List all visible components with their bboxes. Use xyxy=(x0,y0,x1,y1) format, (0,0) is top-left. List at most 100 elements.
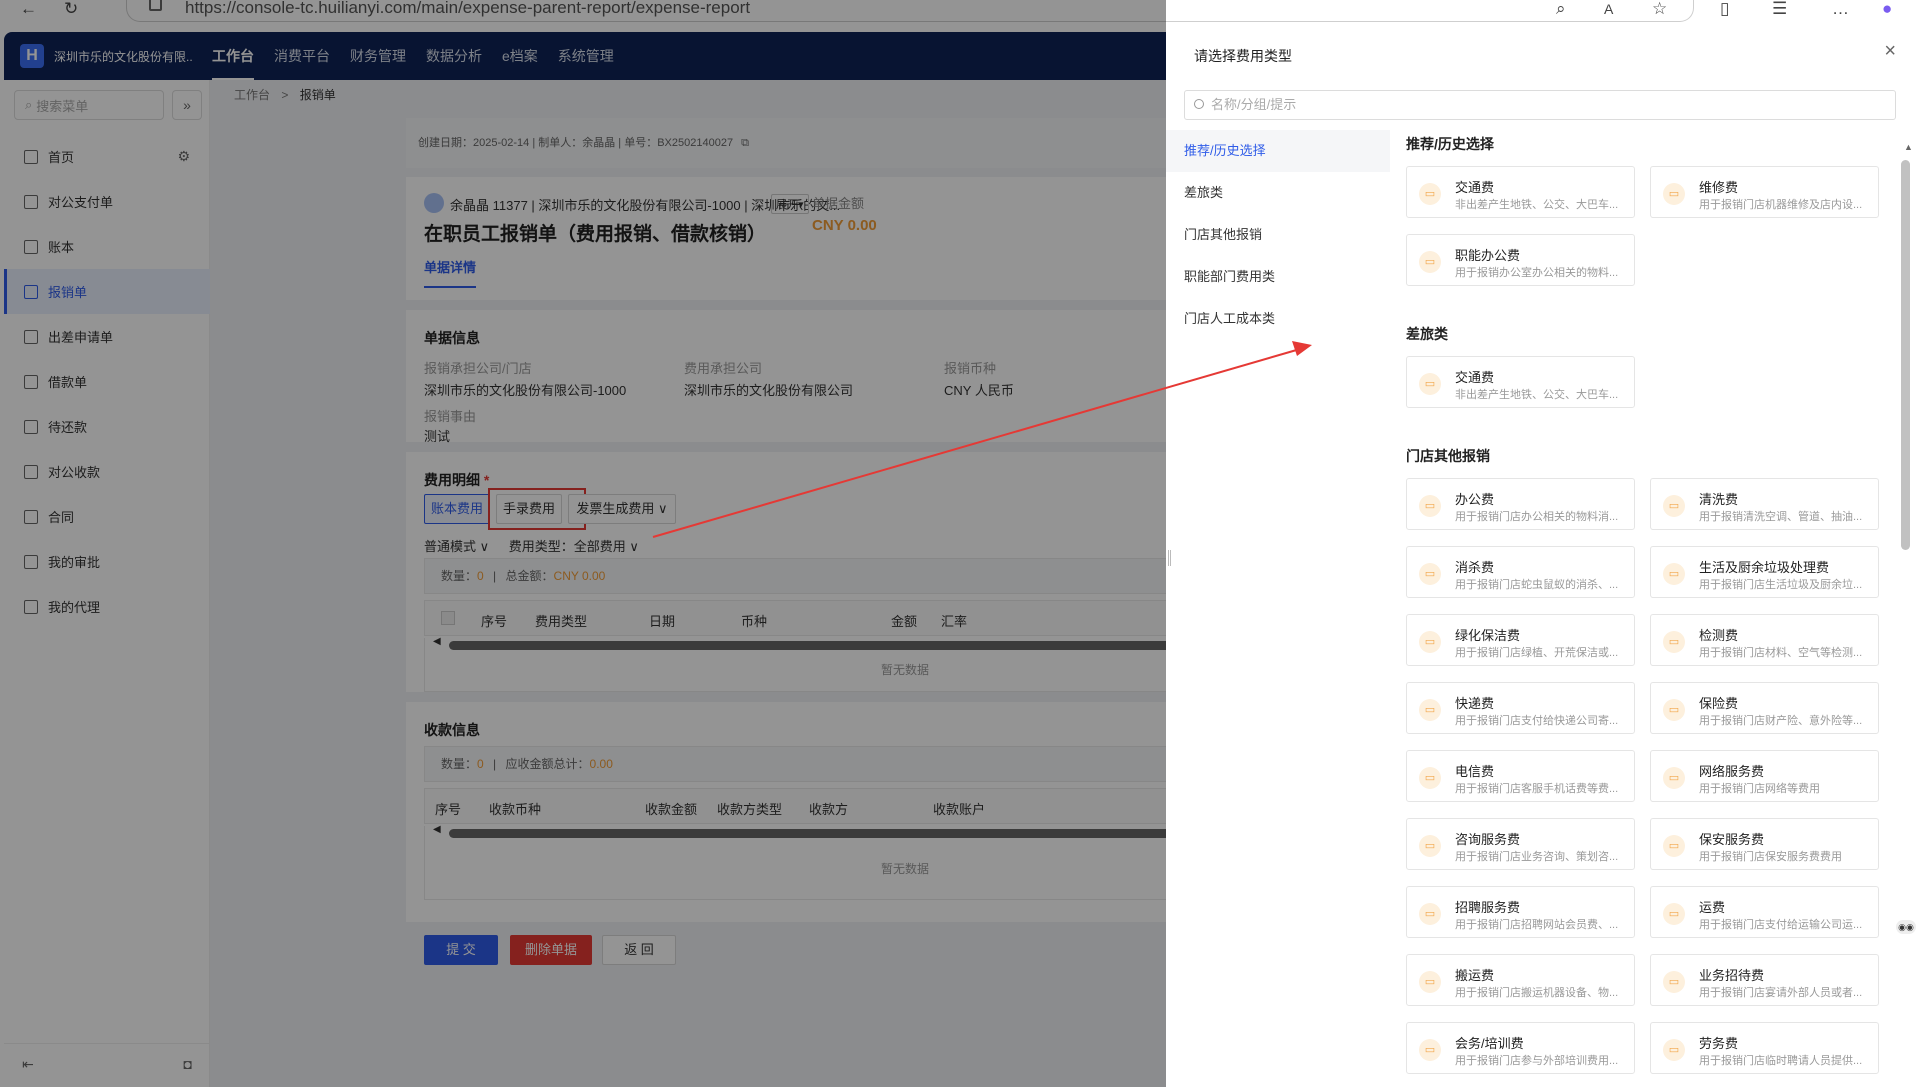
expense-type-desc: 用于报销清洗空调、管道、抽油... xyxy=(1699,511,1863,523)
expense-type-desc: 用于报销办公室办公相关的物料... xyxy=(1455,267,1619,279)
expense-type-desc: 用于报销门店搬运机器设备、物... xyxy=(1455,987,1619,999)
expense-type-tile[interactable]: ▭ 保安服务费 用于报销门店保安服务费费用 xyxy=(1650,818,1879,870)
expense-type-name: 清洗费 xyxy=(1699,492,1739,507)
expense-type-desc: 用于报销门店支付给快递公司寄... xyxy=(1455,715,1619,727)
expense-type-icon: ▭ xyxy=(1419,495,1441,517)
side-toggle-icon[interactable]: ◉◉ xyxy=(1896,920,1916,934)
expense-type-tile[interactable]: ▭ 招聘服务费 用于报销门店招聘网站会员费、... xyxy=(1406,886,1635,938)
expense-type-icon: ▭ xyxy=(1663,183,1685,205)
expense-type-tile[interactable]: ▭ 交通费非出差产生地铁、公交、大巴车... xyxy=(1406,356,1635,408)
expense-type-desc: 用于报销门店机器维修及店内设... xyxy=(1699,199,1863,211)
expense-type-name: 保险费 xyxy=(1699,696,1739,711)
expense-type-name: 办公费 xyxy=(1455,492,1495,507)
expense-type-desc: 非出差产生地铁、公交、大巴车... xyxy=(1455,199,1619,211)
expense-type-name: 检测费 xyxy=(1699,628,1739,643)
group-title: 推荐/历史选择 xyxy=(1406,136,1494,152)
expense-type-desc: 用于报销门店参与外部培训费用... xyxy=(1455,1055,1619,1067)
expense-type-tile[interactable]: ▭ 劳务费 用于报销门店临时聘请人员提供... xyxy=(1650,1022,1879,1074)
expense-type-tile[interactable]: ▭ 业务招待费 用于报销门店宴请外部人员或者... xyxy=(1650,954,1879,1006)
favorite-star-icon[interactable]: ☆ xyxy=(1652,0,1667,18)
expense-type-desc: 用于报销门店网络等费用 xyxy=(1699,783,1820,795)
modal-mask[interactable] xyxy=(0,0,1166,1087)
expense-type-search-input[interactable]: 名称/分组/提示 xyxy=(1184,90,1896,120)
expense-type-name: 业务招待费 xyxy=(1699,968,1765,983)
expense-type-icon: ▭ xyxy=(1663,767,1685,789)
close-icon[interactable]: × xyxy=(1884,40,1896,63)
expense-type-name: 招聘服务费 xyxy=(1455,900,1521,915)
copilot-icon[interactable]: ● xyxy=(1882,0,1892,18)
expense-type-icon: ▭ xyxy=(1419,251,1441,273)
expense-type-icon: ▭ xyxy=(1419,699,1441,721)
expense-type-tile[interactable]: ▭ 办公费用于报销门店办公相关的物料消... xyxy=(1406,478,1635,530)
expense-type-tile[interactable]: ▭ 职能办公费用于报销办公室办公相关的物料... xyxy=(1406,234,1635,286)
expense-type-icon: ▭ xyxy=(1663,699,1685,721)
expense-type-icon: ▭ xyxy=(1663,835,1685,857)
search-placeholder: 名称/分组/提示 xyxy=(1211,97,1297,112)
expense-type-desc: 用于报销门店业务咨询、策划咨... xyxy=(1455,851,1619,863)
expense-type-desc: 用于报销门店材料、空气等检测... xyxy=(1699,647,1863,659)
expense-type-desc: 用于报销门店招聘网站会员费、... xyxy=(1455,919,1619,931)
expense-type-name: 电信费 xyxy=(1455,764,1495,779)
group-title: 门店其他报销 xyxy=(1406,448,1490,464)
drawer-title: 请选择费用类型 xyxy=(1194,48,1292,64)
expense-type-tile[interactable]: ▭ 会务/培训费 用于报销门店参与外部培训费用... xyxy=(1406,1022,1635,1074)
expense-type-name: 咨询服务费 xyxy=(1455,832,1521,847)
expense-type-tile[interactable]: ▭ 生活及厨余垃圾处理费 用于报销门店生活垃圾及厨余垃... xyxy=(1650,546,1879,598)
category-travel[interactable]: 差旅类 xyxy=(1166,172,1390,214)
expense-type-icon: ▭ xyxy=(1663,1039,1685,1061)
expense-type-name: 快递费 xyxy=(1455,696,1495,711)
expense-type-tile[interactable]: ▭ 咨询服务费 用于报销门店业务咨询、策划咨... xyxy=(1406,818,1635,870)
expense-type-name: 维修费 xyxy=(1699,180,1739,195)
expense-type-name: 交通费 xyxy=(1455,180,1495,195)
category-recommended[interactable]: 推荐/历史选择 xyxy=(1166,130,1390,172)
drawer-scrollbar[interactable] xyxy=(1901,160,1910,550)
expense-type-name: 交通费 xyxy=(1455,370,1495,385)
expense-type-icon: ▭ xyxy=(1663,563,1685,585)
expense-type-desc: 用于报销门店临时聘请人员提供... xyxy=(1699,1055,1863,1067)
expense-type-desc: 用于报销门店蛇虫鼠蚁的消杀、... xyxy=(1455,579,1619,591)
favorites-list-icon[interactable]: ☰ xyxy=(1772,0,1787,18)
expense-type-icon: ▭ xyxy=(1419,631,1441,653)
expense-type-desc: 用于报销门店宴请外部人员或者... xyxy=(1699,987,1863,999)
expense-type-desc: 用于报销门店办公相关的物料消... xyxy=(1455,511,1619,523)
more-menu-icon[interactable]: … xyxy=(1832,0,1849,18)
category-store-labor[interactable]: 门店人工成本类 xyxy=(1166,298,1390,340)
search-icon xyxy=(1194,99,1204,109)
category-store-other[interactable]: 门店其他报销 xyxy=(1166,214,1390,256)
expense-type-name: 网络服务费 xyxy=(1699,764,1765,779)
zoom-icon[interactable]: ⌕ xyxy=(1556,0,1566,18)
expense-type-tile[interactable]: ▭ 电信费 用于报销门店客服手机话费等费... xyxy=(1406,750,1635,802)
expense-type-icon: ▭ xyxy=(1663,631,1685,653)
expense-type-name: 运费 xyxy=(1699,900,1726,915)
expense-type-tile[interactable]: ▭ 检测费用于报销门店材料、空气等检测... xyxy=(1650,614,1879,666)
expense-type-icon: ▭ xyxy=(1419,971,1441,993)
expense-type-name: 绿化保洁费 xyxy=(1455,628,1521,643)
expense-type-tile[interactable]: ▭ 保险费用于报销门店财产险、意外险等... xyxy=(1650,682,1879,734)
expense-type-name: 生活及厨余垃圾处理费 xyxy=(1699,560,1830,575)
category-functional-dept[interactable]: 职能部门费用类 xyxy=(1166,256,1390,298)
drag-handle-icon[interactable] xyxy=(1168,550,1171,566)
expense-type-drawer: 请选择费用类型 × 名称/分组/提示 推荐/历史选择 差旅类 门店其他报销 职能… xyxy=(1166,32,1920,1087)
expense-type-tile[interactable]: ▭ 快递费用于报销门店支付给快递公司寄... xyxy=(1406,682,1635,734)
expense-type-desc: 非出差产生地铁、公交、大巴车... xyxy=(1455,389,1619,401)
split-screen-icon[interactable]: ▯ xyxy=(1720,0,1729,18)
expense-type-icon: ▭ xyxy=(1419,373,1441,395)
expense-type-tile[interactable]: ▭ 维修费用于报销门店机器维修及店内设... xyxy=(1650,166,1879,218)
expense-type-tile[interactable]: ▭ 清洗费用于报销清洗空调、管道、抽油... xyxy=(1650,478,1879,530)
expense-type-icon: ▭ xyxy=(1419,563,1441,585)
expense-type-tile[interactable]: ▭ 搬运费 用于报销门店搬运机器设备、物... xyxy=(1406,954,1635,1006)
expense-type-tile[interactable]: ▭ 交通费 非出差产生地铁、公交、大巴车... xyxy=(1406,166,1635,218)
expense-type-desc: 用于报销门店绿植、开荒保洁或... xyxy=(1455,647,1619,659)
expense-type-name: 职能办公费 xyxy=(1455,248,1521,263)
expense-type-panel: 推荐/历史选择 ▭ 交通费 非出差产生地铁、公交、大巴车... ▭ 维修费 用于报销门店机器… xyxy=(1390,128,1900,1087)
expense-type-icon: ▭ xyxy=(1663,495,1685,517)
read-aloud-icon[interactable]: A xyxy=(1604,0,1613,18)
expense-type-tile[interactable]: ▭ 消杀费用于报销门店蛇虫鼠蚁的消杀、... xyxy=(1406,546,1635,598)
expense-type-tile[interactable]: ▭ 运费 用于报销门店支付给运输公司运... xyxy=(1650,886,1879,938)
expense-type-icon: ▭ xyxy=(1419,767,1441,789)
expense-type-tile[interactable]: ▭ 绿化保洁费用于报销门店绿植、开荒保洁或... xyxy=(1406,614,1635,666)
expense-type-tile[interactable]: ▭ 网络服务费用于报销门店网络等费用 xyxy=(1650,750,1879,802)
expense-type-name: 消杀费 xyxy=(1455,560,1495,575)
expense-type-desc: 用于报销门店财产险、意外险等... xyxy=(1699,715,1863,727)
scroll-up-icon[interactable]: ▲ xyxy=(1904,142,1913,152)
